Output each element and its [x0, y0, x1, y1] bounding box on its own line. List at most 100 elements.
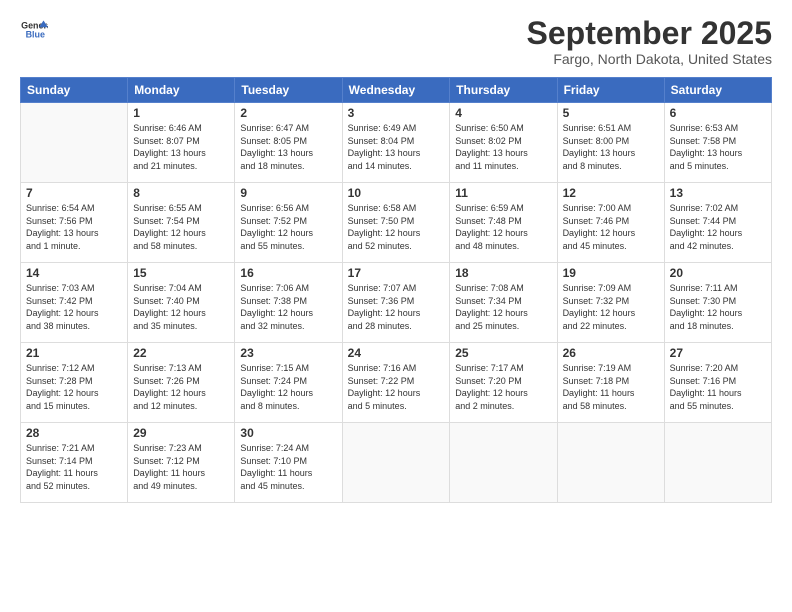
day-info: Sunrise: 6:58 AM Sunset: 7:50 PM Dayligh…: [348, 202, 445, 252]
calendar-cell: 23Sunrise: 7:15 AM Sunset: 7:24 PM Dayli…: [235, 343, 342, 423]
day-info: Sunrise: 7:07 AM Sunset: 7:36 PM Dayligh…: [348, 282, 445, 332]
day-number: 15: [133, 266, 229, 280]
month-title: September 2025: [527, 16, 772, 51]
column-header-wednesday: Wednesday: [342, 78, 450, 103]
day-number: 17: [348, 266, 445, 280]
column-header-thursday: Thursday: [450, 78, 557, 103]
calendar-cell: 17 Sunrise: 7:07 AM Sunset: 7:36 PM Dayli…: [342, 263, 450, 343]
calendar-week-row: 21 Sunrise: 7:12 AM Sunset: 7:28 PM Dayli…: [21, 343, 772, 423]
column-header-sunday: Sunday: [21, 78, 128, 103]
calendar-cell: 21 Sunrise: 7:12 AM Sunset: 7:28 PM Dayli…: [21, 343, 128, 423]
calendar-header-row: SundayMondayTuesdayWednesdayThursdayFrid…: [21, 78, 772, 103]
day-number: 2: [240, 106, 336, 120]
day-info: Sunrise: 7:00 AM Sunset: 7:46 PM Dayligh…: [563, 202, 659, 252]
calendar-cell: 24 Sunrise: 7:16 AM Sunset: 7:22 PM Dayli…: [342, 343, 450, 423]
day-info: Sunrise: 6:54 AM Sunset: 7:56 PM Dayligh…: [26, 202, 122, 252]
day-number: 26: [563, 346, 659, 360]
calendar-cell: 29 Sunrise: 7:23 AM Sunset: 7:12 PM Dayli…: [128, 423, 235, 503]
calendar-cell: 30 Sunrise: 7:24 AM Sunset: 7:10 PM Dayli…: [235, 423, 342, 503]
day-number: 29: [133, 426, 229, 440]
calendar-cell: 2 Sunrise: 6:47 AM Sunset: 8:05 PM Daylig…: [235, 103, 342, 183]
svg-text:Blue: Blue: [26, 29, 45, 39]
day-info: Sunrise: 7:11 AM Sunset: 7:30 PM Dayligh…: [670, 282, 766, 332]
day-number: 24: [348, 346, 445, 360]
calendar-cell: 20 Sunrise: 7:11 AM Sunset: 7:30 PM Dayli…: [664, 263, 771, 343]
day-info: Sunrise: 6:47 AM Sunset: 8:05 PM Dayligh…: [240, 122, 336, 172]
page-header: General Blue September 2025 Fargo, North…: [20, 16, 772, 67]
day-info: Sunrise: 7:20 AM Sunset: 7:16 PM Dayligh…: [670, 362, 766, 412]
day-number: 6: [670, 106, 766, 120]
day-info: Sunrise: 7:17 AM Sunset: 7:20 PM Dayligh…: [455, 362, 551, 412]
day-info: Sunrise: 7:23 AM Sunset: 7:12 PM Dayligh…: [133, 442, 229, 492]
day-number: 7: [26, 186, 122, 200]
day-number: 8: [133, 186, 229, 200]
calendar-week-row: 28 Sunrise: 7:21 AM Sunset: 7:14 PM Dayli…: [21, 423, 772, 503]
calendar-cell: 18 Sunrise: 7:08 AM Sunset: 7:34 PM Dayli…: [450, 263, 557, 343]
calendar-cell: 12 Sunrise: 7:00 AM Sunset: 7:46 PM Dayli…: [557, 183, 664, 263]
day-number: 20: [670, 266, 766, 280]
day-number: 14: [26, 266, 122, 280]
day-number: 12: [563, 186, 659, 200]
day-info: Sunrise: 6:56 AM Sunset: 7:52 PM Dayligh…: [240, 202, 336, 252]
column-header-tuesday: Tuesday: [235, 78, 342, 103]
day-info: Sunrise: 6:55 AM Sunset: 7:54 PM Dayligh…: [133, 202, 229, 252]
calendar-cell: 16 Sunrise: 7:06 AM Sunset: 7:38 PM Dayli…: [235, 263, 342, 343]
column-header-saturday: Saturday: [664, 78, 771, 103]
day-number: 30: [240, 426, 336, 440]
calendar-cell: 15 Sunrise: 7:04 AM Sunset: 7:40 PM Dayli…: [128, 263, 235, 343]
calendar-cell: 4 Sunrise: 6:50 AM Sunset: 8:02 PM Daylig…: [450, 103, 557, 183]
day-number: 22: [133, 346, 229, 360]
calendar-cell: [557, 423, 664, 503]
calendar-cell: 11 Sunrise: 6:59 AM Sunset: 7:48 PM Dayli…: [450, 183, 557, 263]
column-header-monday: Monday: [128, 78, 235, 103]
calendar-cell: 14 Sunrise: 7:03 AM Sunset: 7:42 PM Dayli…: [21, 263, 128, 343]
calendar-cell: 1Sunrise: 6:46 AM Sunset: 8:07 PM Daylig…: [128, 103, 235, 183]
calendar-cell: 22Sunrise: 7:13 AM Sunset: 7:26 PM Dayli…: [128, 343, 235, 423]
day-info: Sunrise: 7:21 AM Sunset: 7:14 PM Dayligh…: [26, 442, 122, 492]
calendar-cell: 13Sunrise: 7:02 AM Sunset: 7:44 PM Dayli…: [664, 183, 771, 263]
day-number: 13: [670, 186, 766, 200]
day-number: 9: [240, 186, 336, 200]
calendar-cell: [450, 423, 557, 503]
day-number: 21: [26, 346, 122, 360]
calendar-week-row: 7 Sunrise: 6:54 AM Sunset: 7:56 PM Daylig…: [21, 183, 772, 263]
calendar-week-row: 1Sunrise: 6:46 AM Sunset: 8:07 PM Daylig…: [21, 103, 772, 183]
day-info: Sunrise: 7:24 AM Sunset: 7:10 PM Dayligh…: [240, 442, 336, 492]
calendar-cell: [21, 103, 128, 183]
calendar-cell: 25Sunrise: 7:17 AM Sunset: 7:20 PM Dayli…: [450, 343, 557, 423]
calendar-cell: 28 Sunrise: 7:21 AM Sunset: 7:14 PM Dayli…: [21, 423, 128, 503]
day-number: 5: [563, 106, 659, 120]
calendar-cell: 3Sunrise: 6:49 AM Sunset: 8:04 PM Daylig…: [342, 103, 450, 183]
location: Fargo, North Dakota, United States: [527, 51, 772, 67]
day-number: 23: [240, 346, 336, 360]
calendar-cell: 27 Sunrise: 7:20 AM Sunset: 7:16 PM Dayli…: [664, 343, 771, 423]
day-info: Sunrise: 7:03 AM Sunset: 7:42 PM Dayligh…: [26, 282, 122, 332]
day-number: 18: [455, 266, 551, 280]
day-info: Sunrise: 6:46 AM Sunset: 8:07 PM Dayligh…: [133, 122, 229, 172]
day-info: Sunrise: 7:16 AM Sunset: 7:22 PM Dayligh…: [348, 362, 445, 412]
day-info: Sunrise: 6:49 AM Sunset: 8:04 PM Dayligh…: [348, 122, 445, 172]
calendar-cell: 7 Sunrise: 6:54 AM Sunset: 7:56 PM Daylig…: [21, 183, 128, 263]
day-number: 4: [455, 106, 551, 120]
day-number: 16: [240, 266, 336, 280]
day-info: Sunrise: 7:12 AM Sunset: 7:28 PM Dayligh…: [26, 362, 122, 412]
calendar-cell: 5Sunrise: 6:51 AM Sunset: 8:00 PM Daylig…: [557, 103, 664, 183]
calendar-cell: 9 Sunrise: 6:56 AM Sunset: 7:52 PM Daylig…: [235, 183, 342, 263]
day-number: 27: [670, 346, 766, 360]
day-info: Sunrise: 7:06 AM Sunset: 7:38 PM Dayligh…: [240, 282, 336, 332]
day-number: 28: [26, 426, 122, 440]
day-number: 10: [348, 186, 445, 200]
day-number: 11: [455, 186, 551, 200]
day-number: 19: [563, 266, 659, 280]
calendar-cell: 6Sunrise: 6:53 AM Sunset: 7:58 PM Daylig…: [664, 103, 771, 183]
calendar-cell: 8 Sunrise: 6:55 AM Sunset: 7:54 PM Daylig…: [128, 183, 235, 263]
calendar-cell: 26Sunrise: 7:19 AM Sunset: 7:18 PM Dayli…: [557, 343, 664, 423]
logo-icon: General Blue: [20, 16, 48, 44]
calendar-cell: 19 Sunrise: 7:09 AM Sunset: 7:32 PM Dayli…: [557, 263, 664, 343]
day-info: Sunrise: 7:09 AM Sunset: 7:32 PM Dayligh…: [563, 282, 659, 332]
calendar-cell: [342, 423, 450, 503]
day-info: Sunrise: 7:04 AM Sunset: 7:40 PM Dayligh…: [133, 282, 229, 332]
day-info: Sunrise: 6:59 AM Sunset: 7:48 PM Dayligh…: [455, 202, 551, 252]
day-info: Sunrise: 7:08 AM Sunset: 7:34 PM Dayligh…: [455, 282, 551, 332]
day-info: Sunrise: 6:50 AM Sunset: 8:02 PM Dayligh…: [455, 122, 551, 172]
